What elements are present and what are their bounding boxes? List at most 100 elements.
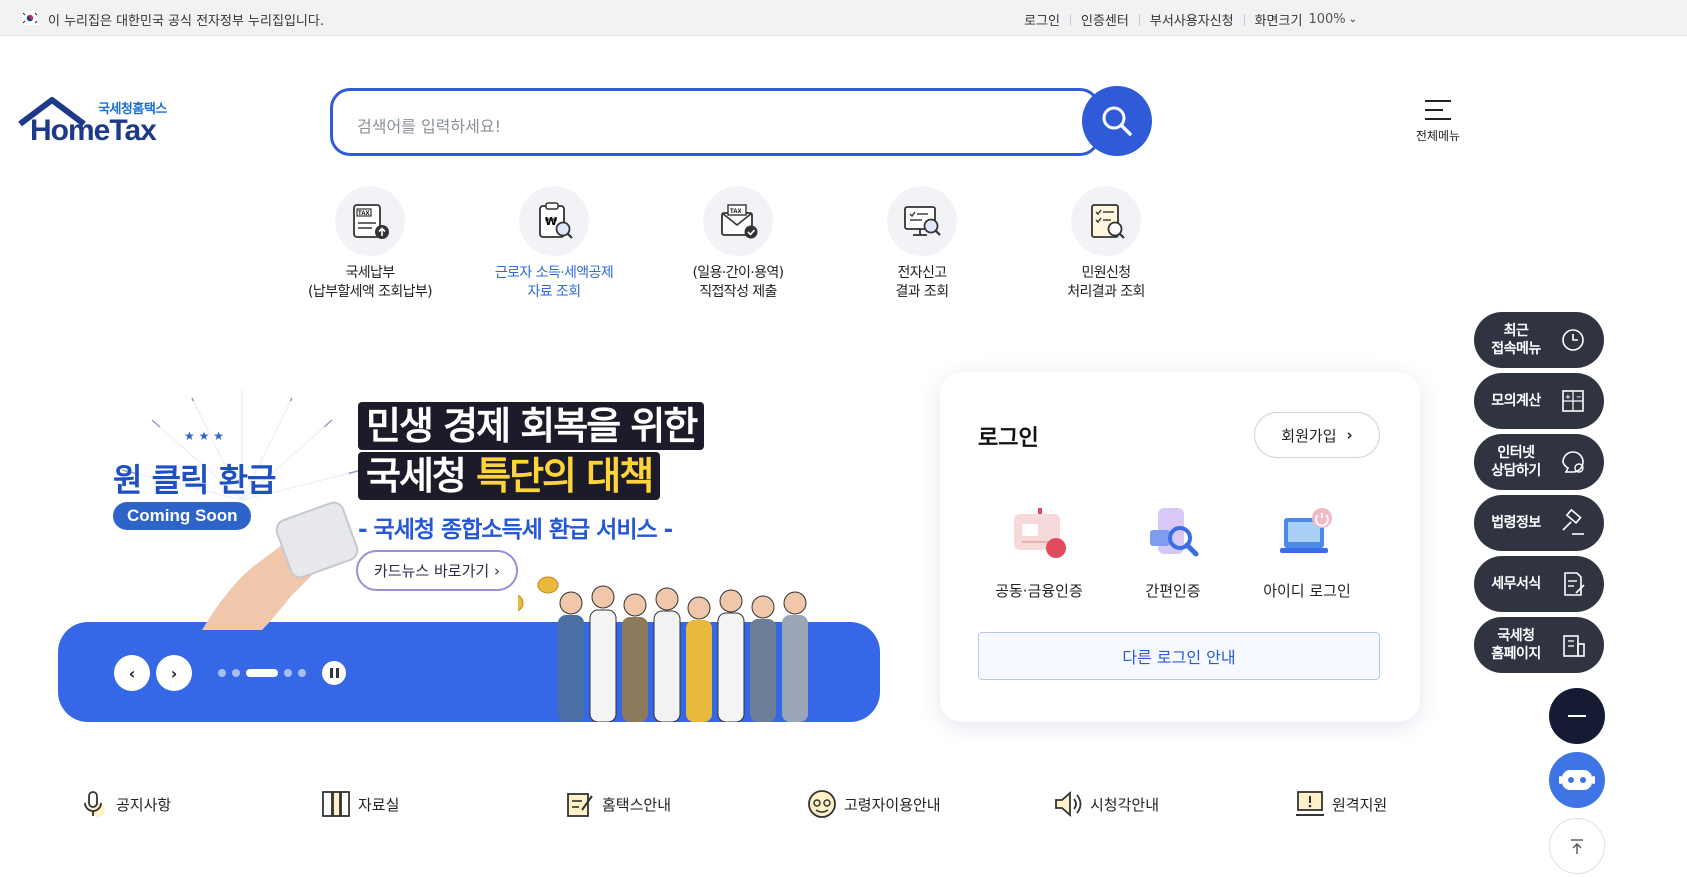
search-input[interactable]: 검색어를 입력하세요! (330, 88, 1100, 156)
zoom-label: 화면크기 (1254, 14, 1303, 29)
all-menu-label: 전체메뉴 (1415, 129, 1461, 143)
bottom-link-label: 시청각안내 (1090, 795, 1160, 814)
option-label: 아이디 로그인 (1263, 582, 1351, 600)
float-recent-menu[interactable]: 최근 접속메뉴 (1474, 312, 1604, 368)
cardnews-button[interactable]: 카드뉴스 바로가기 › (356, 550, 518, 591)
chevron-right-icon: › (493, 562, 500, 580)
e-filing-result-icon (887, 186, 957, 256)
workers-illustration (518, 576, 808, 722)
slide-dot[interactable] (284, 669, 292, 677)
float-label: 상담하기 (1491, 463, 1541, 479)
login-link[interactable]: 로그인 (1024, 10, 1060, 29)
quick-service-civil-result[interactable]: 민원신청처리결과 조회 (1026, 186, 1186, 302)
promo-banner[interactable]: ★ ★ ★ 원 클릭 환급 Coming Soon 민생 경제 회복을 위한 국… (58, 360, 880, 722)
arrow-up-icon (1571, 839, 1583, 854)
float-law-info[interactable]: 법령정보 (1474, 495, 1604, 551)
guide-icon (567, 793, 593, 817)
quick-label: 국세납부 (345, 265, 395, 281)
svg-text:₩: ₩ (545, 215, 557, 228)
headline-line-2b: 특단의 대책 (476, 454, 654, 498)
float-tax-forms[interactable]: 세무서식 (1474, 556, 1604, 612)
dept-user-link[interactable]: 부서사용자신청 (1150, 10, 1234, 29)
oneclick-title: 원 클릭 환급 (113, 461, 276, 499)
option-label: 간편인증 (1145, 582, 1201, 600)
float-calculator[interactable]: 모의계산 + − (1474, 373, 1604, 429)
other-login-guide-button[interactable]: 다른 로그인 안내 (978, 632, 1380, 680)
quick-label: 전자신고 (897, 265, 947, 281)
login-panel: 로그인 회원가입 › 공동·금융인증 간편인증 아이디 로그인 다른 로그인 안… (940, 372, 1420, 722)
float-label: 법령정보 (1491, 515, 1541, 531)
building-icon (1563, 635, 1585, 657)
search-bar: 검색어를 입력하세요! (330, 86, 1152, 156)
bottom-link-remote[interactable]: 원격지원 (1294, 788, 1387, 820)
prev-slide-button[interactable]: ‹ (114, 655, 150, 691)
float-label: 홈페이지 (1491, 646, 1541, 662)
chat-icon (1562, 451, 1584, 473)
pause-icon[interactable] (322, 661, 346, 685)
id-login-option[interactable]: 아이디 로그인 (1242, 504, 1372, 601)
speaker-icon (1055, 791, 1082, 817)
headline-line-2a: 국세청 (366, 454, 477, 498)
quick-label: 처리결과 조회 (1067, 284, 1145, 300)
bottom-link-senior[interactable]: 고령자이용안내 (806, 788, 941, 820)
hometax-logo[interactable]: 국세청홈택스 HomeTax (18, 96, 178, 152)
gov-notice-text: 이 누리집은 대한민국 공식 전자정부 누리집입니다. (48, 14, 324, 29)
cardnews-label: 카드뉴스 바로가기 (374, 562, 490, 580)
chevron-down-icon[interactable]: ⌄ (1349, 14, 1357, 25)
slide-indicators (218, 669, 312, 677)
scroll-top-button[interactable] (1549, 818, 1605, 874)
civil-result-icon (1071, 186, 1141, 256)
senior-icon (808, 790, 836, 818)
bottom-link-label: 원격지원 (1332, 795, 1388, 814)
divider (1243, 13, 1245, 26)
slide-dot-active[interactable] (246, 669, 278, 677)
quick-service-direct-submit[interactable]: TAX (일용·간이·용역) 직접작성 제출 (658, 186, 818, 302)
bottom-link-archive[interactable]: 자료실 (320, 788, 399, 820)
svg-text:+: + (1565, 393, 1571, 401)
collapse-float-button[interactable] (1549, 688, 1605, 744)
search-placeholder: 검색어를 입력하세요! (357, 117, 501, 136)
float-nts-homepage[interactable]: 국세청 홈페이지 (1474, 617, 1604, 673)
chatbot-icon (1559, 770, 1595, 790)
float-label: 모의계산 (1491, 393, 1541, 409)
quick-label: (일용·간이·용역) (692, 265, 784, 281)
join-label: 회원가입 (1281, 426, 1337, 445)
bottom-link-notice[interactable]: 공지사항 (78, 788, 171, 820)
login-title: 로그인 (978, 426, 1039, 451)
quick-label: 직접작성 제출 (699, 284, 777, 300)
cert-login-option[interactable]: 공동·금융인증 (974, 504, 1104, 601)
quick-service-tax-payment[interactable]: TAX 국세납부 (납부할세액 조회납부) (290, 186, 450, 302)
cert-center-link[interactable]: 인증센터 (1081, 10, 1129, 29)
quick-service-e-filing[interactable]: 전자신고 결과 조회 (842, 186, 1002, 302)
slide-dot[interactable] (232, 669, 240, 677)
coming-soon-badge: Coming Soon (113, 502, 252, 530)
search-button[interactable] (1082, 86, 1152, 156)
bottom-link-guide[interactable]: 홈택스안내 (564, 788, 671, 820)
bottom-link-av[interactable]: 시청각안내 (1052, 788, 1159, 820)
all-menu-button[interactable]: 전체메뉴 (1408, 96, 1468, 144)
bottom-link-label: 자료실 (358, 795, 400, 814)
svg-text:TAX: TAX (358, 211, 370, 217)
slide-dot[interactable] (298, 669, 306, 677)
float-label: 최근 (1503, 323, 1529, 339)
tax-payment-icon: TAX (335, 186, 405, 256)
simple-auth-option[interactable]: 간편인증 (1108, 504, 1238, 601)
float-consult[interactable]: 인터넷 상담하기 (1474, 434, 1604, 490)
gov-notice-bar: 이 누리집은 대한민국 공식 전자정부 누리집입니다. 로그인 인증센터 부서사… (0, 0, 1687, 36)
svg-text:★ ★ ★: ★ ★ ★ (184, 429, 224, 443)
search-icon (1102, 106, 1132, 136)
quick-service-income-deduction[interactable]: ₩ 근로자 소득·세액공제 자료 조회 (474, 186, 634, 302)
next-slide-button[interactable]: › (156, 655, 192, 691)
calculator-icon: + − (1562, 390, 1584, 412)
chatbot-button[interactable] (1549, 752, 1605, 808)
certificate-icon (1014, 508, 1066, 558)
headline-line-1: 민생 경제 회복을 위한 (358, 402, 705, 450)
float-label: 세무서식 (1491, 576, 1541, 592)
zoom-select[interactable]: 100% (1308, 12, 1345, 27)
slide-dot[interactable] (218, 669, 226, 677)
chevron-right-icon: › (1346, 426, 1353, 444)
quick-label: 민원신청 (1081, 265, 1131, 281)
join-button[interactable]: 회원가입 › (1254, 412, 1380, 458)
microphone-icon (84, 791, 105, 817)
quick-label: 자료 조회 (527, 284, 582, 300)
